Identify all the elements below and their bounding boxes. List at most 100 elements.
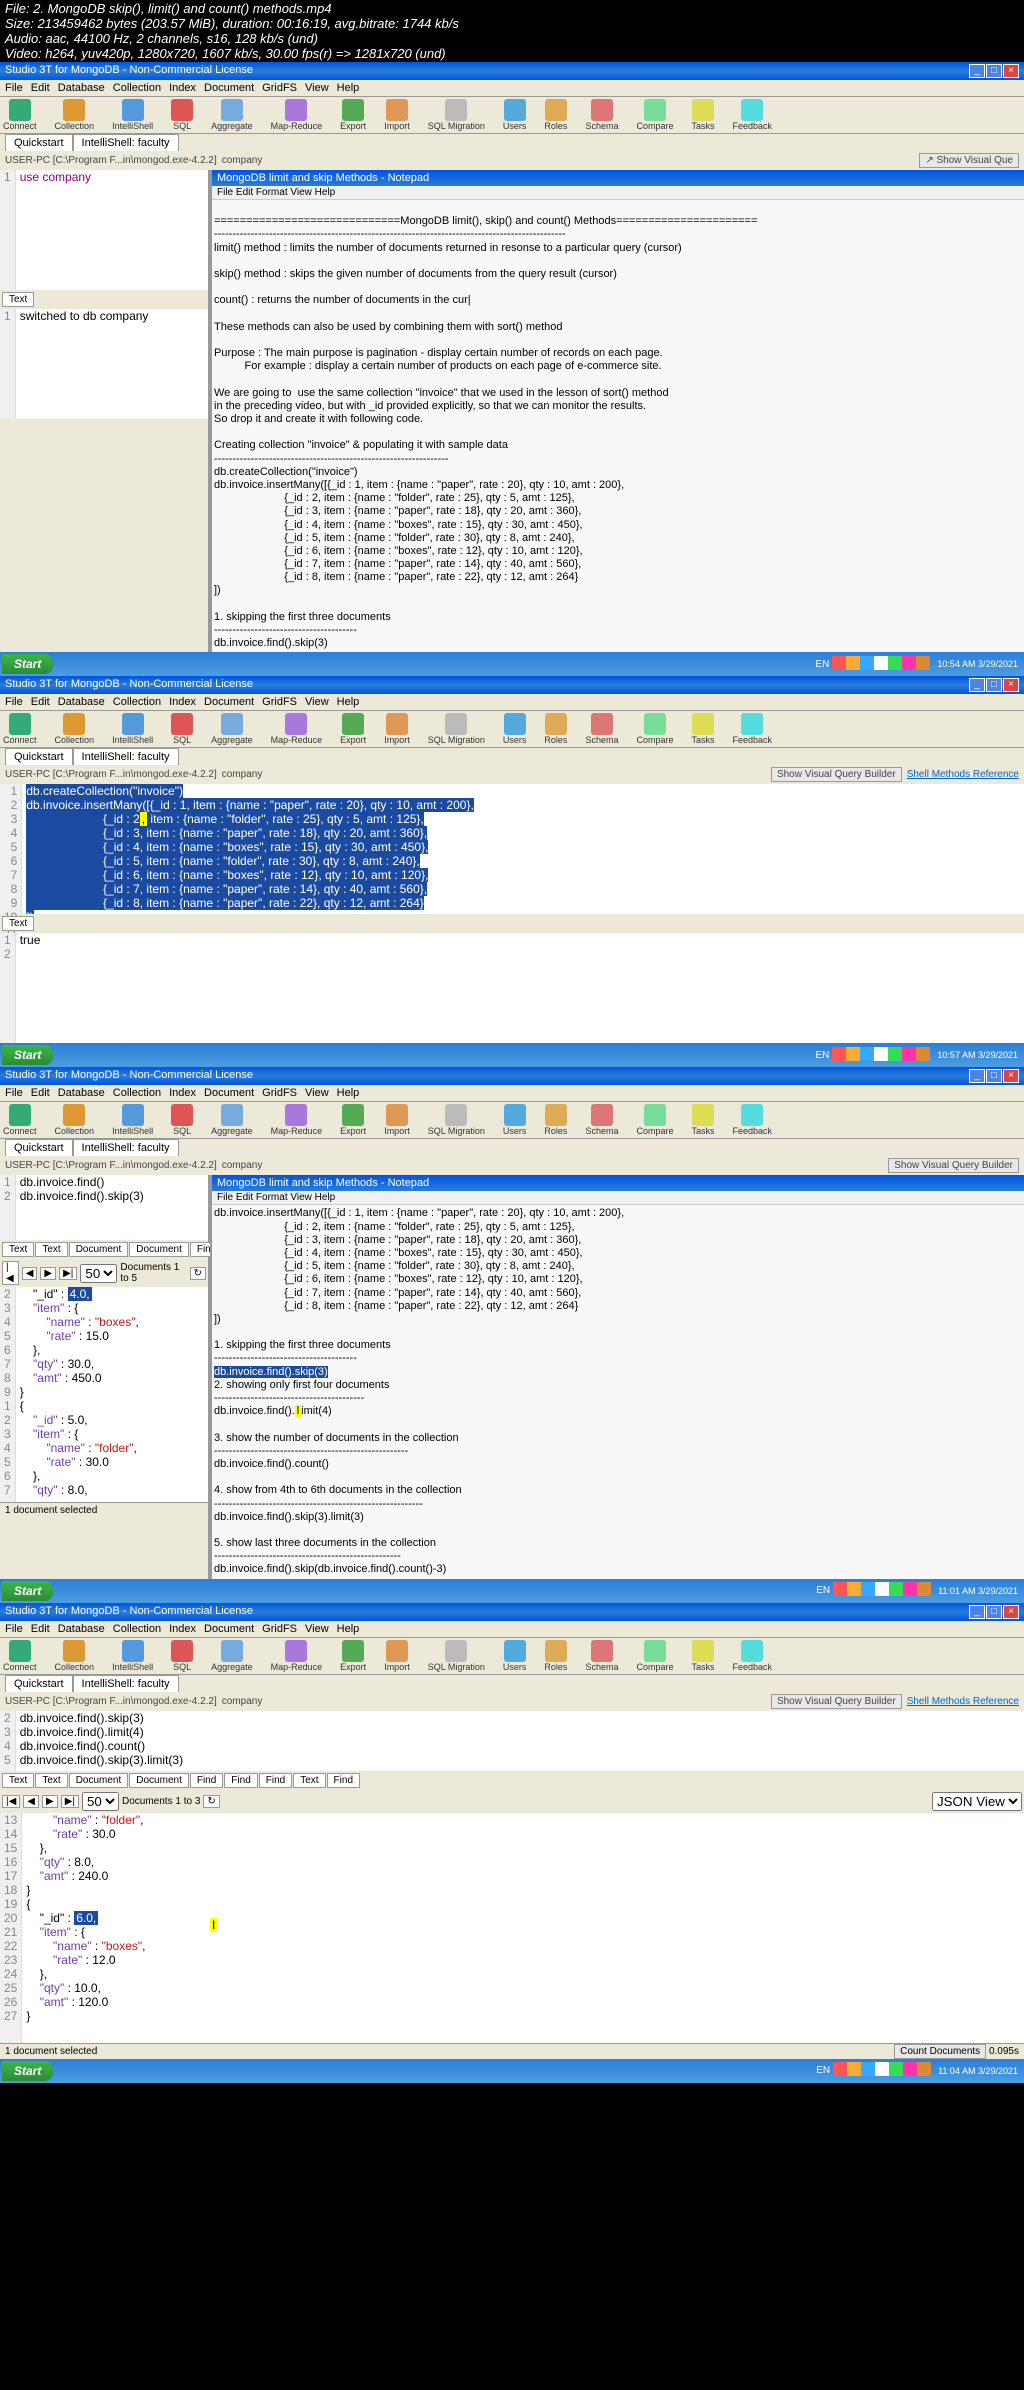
window-title-bar: Studio 3T for MongoDB - Non-Commercial L… (0, 62, 1024, 80)
tb-sql migration[interactable]: SQL Migration (428, 713, 485, 745)
tb-sql[interactable]: SQL (171, 1640, 193, 1672)
pg-last[interactable]: ▶| (59, 1267, 77, 1280)
tb-connect[interactable]: Connect (3, 1104, 37, 1136)
tb-compare[interactable]: Compare (636, 99, 673, 131)
tb-collection[interactable]: Collection (55, 99, 95, 131)
pg-next[interactable]: ▶ (40, 1267, 56, 1280)
tb-map-reduce[interactable]: Map-Reduce (271, 1640, 323, 1672)
tb-collection[interactable]: Collection (55, 1104, 95, 1136)
tb-import[interactable]: Import (384, 99, 410, 131)
tb-users[interactable]: Users (503, 1104, 527, 1136)
tb-tasks[interactable]: Tasks (691, 1104, 714, 1136)
show-visual-query-btn[interactable]: ↗ Show Visual Que (919, 153, 1019, 168)
app-menu[interactable]: FileEditDatabaseCollectionIndexDocumentG… (0, 694, 1024, 711)
tb-tasks[interactable]: Tasks (691, 713, 714, 745)
tb-tasks[interactable]: Tasks (691, 99, 714, 131)
tb-sql migration[interactable]: SQL Migration (428, 1104, 485, 1136)
code-editor[interactable]: db.invoice.find()db.invoice.find().skip(… (16, 1175, 208, 1240)
tb-users[interactable]: Users (503, 99, 527, 131)
start-button[interactable]: Start (2, 654, 53, 674)
frame-3: Studio 3T for MongoDB - Non-Commercial L… (0, 1067, 1024, 1602)
pg-first[interactable]: |◀ (2, 1261, 19, 1285)
notepad-content[interactable]: db.invoice.insertMany([{_id : 1, item : … (212, 1205, 1024, 1578)
tb-intellishell[interactable]: IntelliShell (112, 713, 153, 745)
tb-connect[interactable]: Connect (3, 1640, 37, 1672)
pg-prev[interactable]: ◀ (22, 1267, 38, 1280)
refresh-btn[interactable]: ↻ (190, 1267, 206, 1280)
frame-2: Studio 3T for MongoDB - Non-Commercial L… (0, 676, 1024, 1067)
tb-roles[interactable]: Roles (544, 1640, 567, 1672)
tb-export[interactable]: Export (340, 99, 366, 131)
tb-tasks[interactable]: Tasks (691, 1640, 714, 1672)
tb-export[interactable]: Export (340, 1640, 366, 1672)
code-editor[interactable]: use company (16, 170, 208, 290)
count-docs-btn[interactable]: Count Documents (894, 2044, 986, 2059)
minimize-btn[interactable]: _ (969, 64, 985, 78)
result-json[interactable]: "_id" : 4.0, "item" : { "name" : "boxes"… (16, 1287, 208, 1502)
smr-link[interactable]: Shell Methods Reference (907, 769, 1019, 780)
code-editor[interactable]: db.createCollection("invoice")db.invoice… (22, 784, 1024, 914)
svq-btn[interactable]: Show Visual Query Builder (771, 767, 902, 782)
tb-compare[interactable]: Compare (636, 1640, 673, 1672)
tb-schema[interactable]: Schema (585, 1640, 618, 1672)
tab-intellishell[interactable]: IntelliShell: faculty (73, 134, 179, 151)
tb-compare[interactable]: Compare (636, 713, 673, 745)
close-btn[interactable]: × (1003, 64, 1019, 78)
tb-feedback[interactable]: Feedback (733, 99, 773, 131)
video-file-info: File: 2. MongoDB skip(), limit() and cou… (0, 0, 1024, 62)
tb-schema[interactable]: Schema (585, 99, 618, 131)
tb-aggregate[interactable]: Aggregate (211, 713, 253, 745)
tb-sql[interactable]: SQL (171, 1104, 193, 1136)
tb-aggregate[interactable]: Aggregate (211, 1640, 253, 1672)
tb-export[interactable]: Export (340, 713, 366, 745)
tb-feedback[interactable]: Feedback (733, 1104, 773, 1136)
tb-import[interactable]: Import (384, 1104, 410, 1136)
tb-users[interactable]: Users (503, 1640, 527, 1672)
tb-collection[interactable]: Collection (55, 713, 95, 745)
tb-roles[interactable]: Roles (544, 713, 567, 745)
tb-schema[interactable]: Schema (585, 713, 618, 745)
maximize-btn[interactable]: □ (986, 64, 1002, 78)
toolbar: Connect Collection IntelliShell SQL Aggregat… (0, 711, 1024, 748)
tb-roles[interactable]: Roles (544, 1104, 567, 1136)
tb-import[interactable]: Import (384, 713, 410, 745)
result-json[interactable]: "name" : "folder", "rate" : 30.0 }, "qty… (22, 1813, 1024, 2043)
tb-connect[interactable]: Connect (3, 713, 37, 745)
frame-1: Studio 3T for MongoDB - Non-Commercial L… (0, 62, 1024, 676)
tb-map-reduce[interactable]: Map-Reduce (271, 1104, 323, 1136)
taskbar: StartEN10:54 AM 3/29/2021 (0, 652, 1024, 676)
tb-schema[interactable]: Schema (585, 1104, 618, 1136)
cursor-highlight: I (210, 1918, 217, 1932)
tb-map-reduce[interactable]: Map-Reduce (271, 713, 323, 745)
app-menu[interactable]: FileEditDatabaseCollectionIndexDocumentG… (0, 80, 1024, 97)
status-text: 1 document selected (5, 1505, 97, 1516)
tb-connect[interactable]: Connect (3, 99, 37, 131)
tb-intellishell[interactable]: IntelliShell (112, 1104, 153, 1136)
tb-intellishell[interactable]: IntelliShell (112, 99, 153, 131)
tb-users[interactable]: Users (503, 713, 527, 745)
tb-sql migration[interactable]: SQL Migration (428, 1640, 485, 1672)
tb-sql[interactable]: SQL (171, 713, 193, 745)
tb-map-reduce[interactable]: Map-Reduce (271, 99, 323, 131)
result-tab-text[interactable]: Text (2, 292, 34, 307)
tb-import[interactable]: Import (384, 1640, 410, 1672)
notepad-menu[interactable]: File Edit Format View Help (212, 186, 1024, 200)
view-select[interactable]: JSON View (932, 1792, 1022, 1811)
tb-collection[interactable]: Collection (55, 1640, 95, 1672)
tb-sql[interactable]: SQL (171, 99, 193, 131)
code-editor[interactable]: db.invoice.find().skip(3)db.invoice.find… (16, 1711, 1024, 1771)
output-pane: true (16, 933, 1024, 1043)
tb-feedback[interactable]: Feedback (733, 1640, 773, 1672)
tb-intellishell[interactable]: IntelliShell (112, 1640, 153, 1672)
tb-aggregate[interactable]: Aggregate (211, 1104, 253, 1136)
page-size[interactable]: 50 (80, 1264, 117, 1283)
tb-sql migration[interactable]: SQL Migration (428, 99, 485, 131)
tb-compare[interactable]: Compare (636, 1104, 673, 1136)
tb-aggregate[interactable]: Aggregate (211, 99, 253, 131)
tb-feedback[interactable]: Feedback (733, 713, 773, 745)
notepad-content[interactable]: =============================MongoDB lim… (212, 200, 1024, 652)
tb-export[interactable]: Export (340, 1104, 366, 1136)
tab-quickstart[interactable]: Quickstart (5, 134, 73, 151)
output-pane: switched to db company (16, 309, 208, 419)
tb-roles[interactable]: Roles (544, 99, 567, 131)
